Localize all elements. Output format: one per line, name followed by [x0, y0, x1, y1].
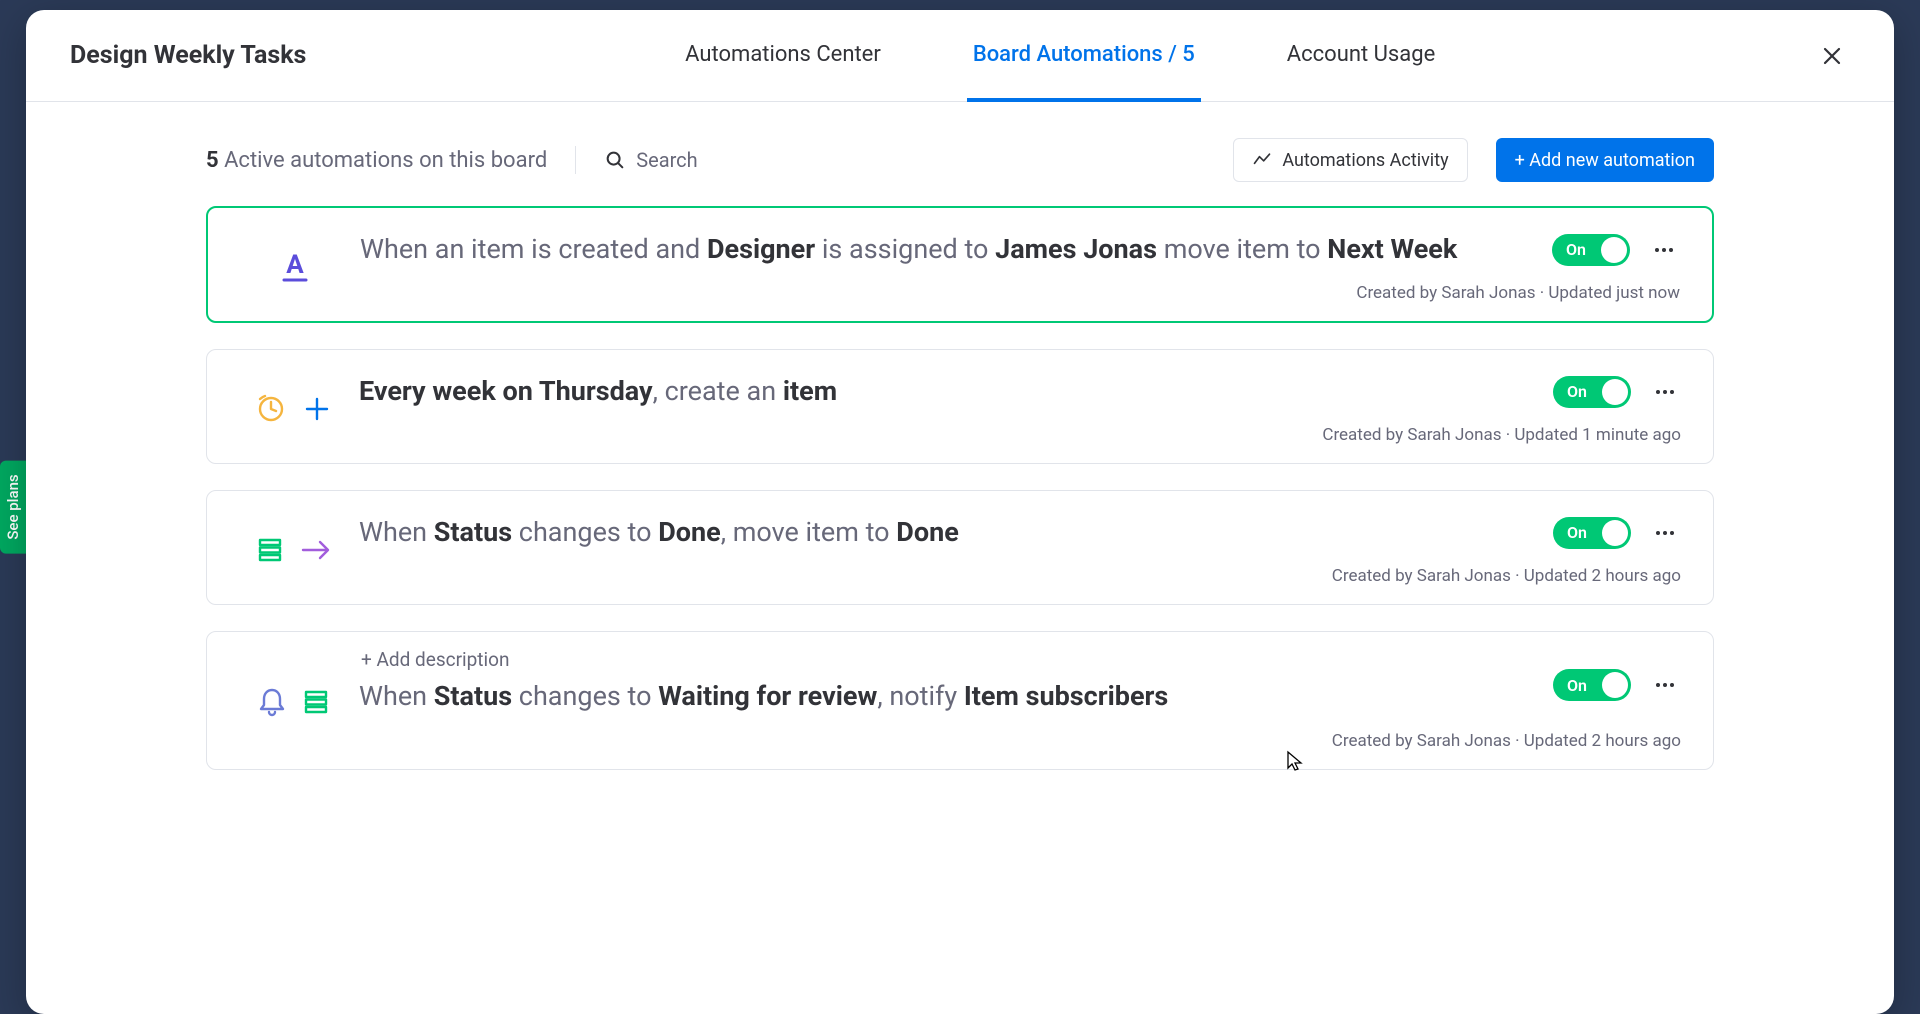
active-automations-count: 5 Active automations on this board [206, 148, 547, 173]
add-automation-button[interactable]: + Add new automation [1496, 138, 1714, 182]
tab-label: Automations Center [685, 42, 881, 67]
automation-card[interactable]: + Add description When Status changes to… [206, 631, 1714, 769]
tabs: Automations Center Board Automations / 5… [306, 10, 1814, 101]
automations-list: A When an item is created and Designer i… [26, 206, 1894, 1014]
tab-label: Account Usage [1287, 42, 1435, 67]
activity-icon [1252, 150, 1272, 170]
automation-description: Every week on Thursday, create an item [359, 372, 1511, 411]
search-icon [604, 149, 626, 171]
text-column-icon: A [278, 249, 312, 285]
automation-toggle[interactable]: On [1553, 669, 1631, 701]
divider [575, 146, 576, 174]
button-label: Automations Activity [1282, 150, 1448, 171]
automation-meta: Created by Sarah Jonas · Updated 1 minut… [359, 425, 1681, 445]
automation-toggle[interactable]: On [1553, 517, 1631, 549]
see-plans-tab[interactable]: See plans [0, 460, 26, 553]
tab-label: Board Automations / 5 [973, 42, 1195, 67]
search-label: Search [636, 148, 697, 172]
automation-description: When Status changes to Done, move item t… [359, 513, 1511, 552]
automations-modal: Design Weekly Tasks Automations Center B… [26, 10, 1894, 1014]
status-column-icon [301, 687, 331, 717]
automation-description: When an item is created and Designer is … [360, 230, 1510, 269]
more-menu-button[interactable] [1649, 517, 1681, 549]
automation-card[interactable]: A When an item is created and Designer i… [206, 206, 1714, 323]
automation-toggle[interactable]: On [1552, 234, 1630, 266]
toggle-label: On [1567, 523, 1587, 542]
automation-icons: A [240, 249, 350, 285]
see-plans-label: See plans [4, 474, 22, 539]
status-column-icon [255, 535, 285, 565]
add-description-button[interactable]: + Add description [359, 648, 509, 671]
modal-header: Design Weekly Tasks Automations Center B… [26, 10, 1894, 102]
automation-card[interactable]: When Status changes to Done, move item t… [206, 490, 1714, 605]
tab-board-automations[interactable]: Board Automations / 5 [967, 11, 1201, 102]
automation-icons [239, 535, 349, 565]
notify-icon [257, 686, 287, 718]
toggle-label: On [1567, 676, 1587, 695]
board-title: Design Weekly Tasks [70, 41, 306, 70]
toggle-label: On [1566, 240, 1586, 259]
more-menu-button[interactable] [1648, 234, 1680, 266]
automations-activity-button[interactable]: Automations Activity [1233, 138, 1467, 182]
tab-automations-center[interactable]: Automations Center [679, 11, 887, 102]
more-menu-button[interactable] [1649, 376, 1681, 408]
automation-description: When Status changes to Waiting for revie… [359, 677, 1511, 716]
automation-meta: Created by Sarah Jonas · Updated 2 hours… [359, 566, 1681, 586]
plus-icon [301, 393, 333, 425]
toolbar: 5 Active automations on this board Searc… [26, 102, 1894, 206]
tab-account-usage[interactable]: Account Usage [1281, 11, 1441, 102]
more-menu-button[interactable] [1649, 669, 1681, 701]
arrow-right-icon [299, 535, 333, 565]
button-label: + Add new automation [1515, 150, 1695, 171]
close-button[interactable] [1814, 38, 1850, 74]
search-button[interactable]: Search [604, 148, 697, 172]
automation-card[interactable]: Every week on Thursday, create an item O… [206, 349, 1714, 464]
automation-icons [239, 393, 349, 425]
toggle-label: On [1567, 382, 1587, 401]
automation-meta: Created by Sarah Jonas · Updated just no… [360, 283, 1680, 303]
automation-meta: Created by Sarah Jonas · Updated 2 hours… [359, 731, 1681, 751]
automation-icons [239, 686, 349, 718]
svg-text:A: A [286, 250, 304, 280]
automation-toggle[interactable]: On [1553, 376, 1631, 408]
close-icon [1820, 44, 1844, 68]
recurring-icon [255, 393, 287, 425]
